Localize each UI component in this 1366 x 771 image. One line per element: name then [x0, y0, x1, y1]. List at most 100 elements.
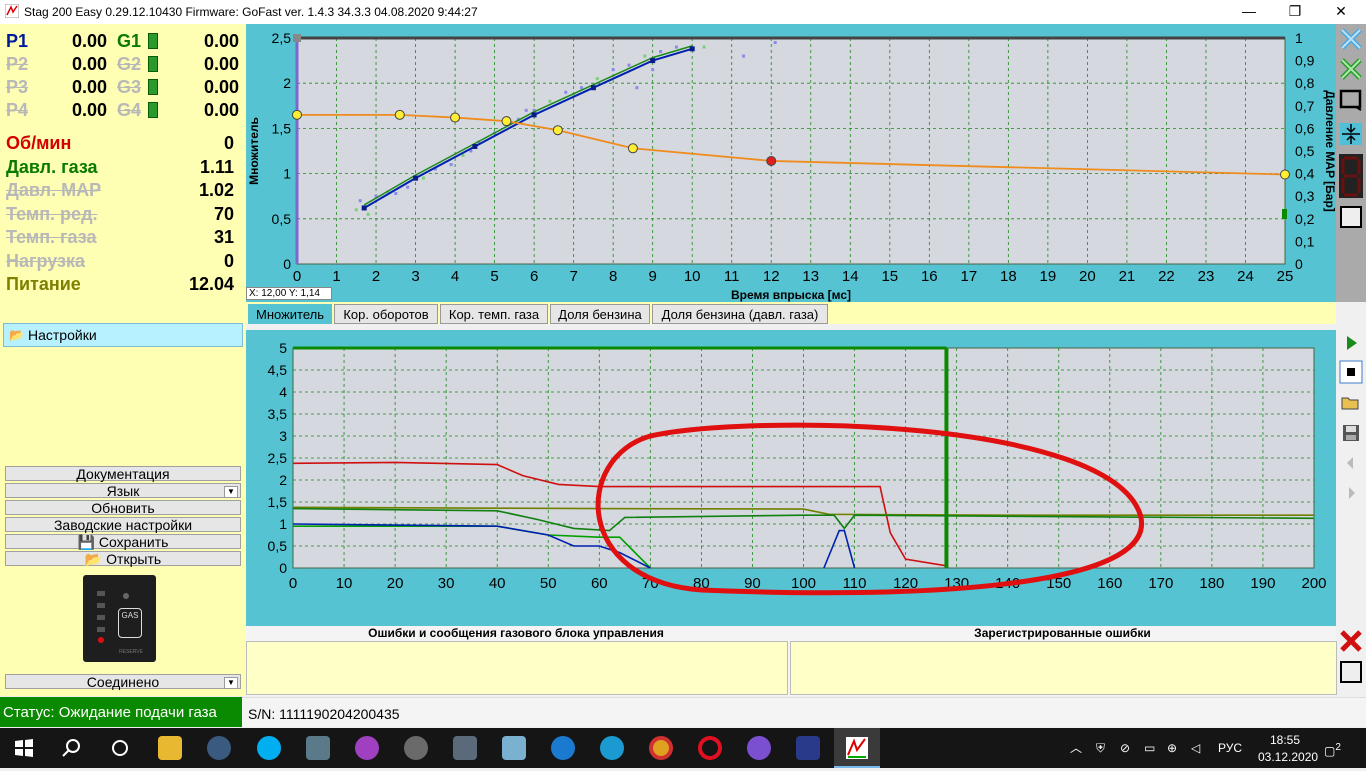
clock[interactable]: 18:55 03.12.2020 [1258, 728, 1318, 768]
stop-icon[interactable] [1339, 360, 1363, 384]
chrome-icon[interactable] [649, 736, 673, 760]
language-indicator[interactable]: РУС [1218, 728, 1244, 768]
network-app-icon[interactable] [404, 736, 428, 760]
parameter-label: Темп. газа [6, 227, 97, 247]
save-button[interactable]: 💾 Сохранить [5, 534, 241, 549]
volume-icon[interactable]: ◁ [1191, 728, 1207, 768]
viber-icon[interactable] [747, 736, 771, 760]
scatter-point [449, 163, 453, 167]
y2-tick-label: 0,7 [1295, 98, 1315, 114]
scatter-point [643, 54, 647, 58]
chevron-right-icon[interactable] [1339, 481, 1363, 505]
edge-icon[interactable] [600, 736, 624, 760]
oscilloscope-chart[interactable]: 0 10 20 30 40 50 60 70 80 90 100 110 120 130 140 150 160… [246, 330, 1336, 626]
monitor-app-icon[interactable] [306, 736, 330, 760]
led-reserve [98, 637, 104, 643]
scatter-point [773, 41, 777, 45]
save-icon[interactable] [1339, 421, 1363, 445]
skype-icon[interactable] [257, 736, 281, 760]
y-tick-label: 5 [279, 340, 287, 356]
play-icon[interactable] [1339, 331, 1363, 355]
injector-icon [148, 79, 158, 95]
search-icon[interactable] [60, 736, 84, 760]
gas-injector-value: 0.00 [203, 77, 239, 97]
globe-icon[interactable]: ⊕ [1167, 728, 1183, 768]
notifications-icon[interactable]: ▢2 [1324, 728, 1354, 768]
windows-start-icon[interactable] [12, 736, 36, 760]
chevron-left-icon[interactable] [1339, 451, 1363, 475]
petrol-injector-label: P2 [6, 54, 29, 74]
opera-icon[interactable] [698, 736, 722, 760]
x-tick-label: 10 [336, 575, 353, 592]
x-tick-label: 170 [1148, 575, 1173, 592]
y2-tick-label: 0,2 [1295, 211, 1315, 227]
x-tick-label: 10 [684, 268, 701, 285]
file-explorer-icon[interactable] [158, 736, 182, 760]
led-3 [97, 615, 105, 620]
parameter-label: Давл. газа [6, 156, 98, 177]
clear-errors-icon[interactable] [1339, 629, 1363, 653]
x-tick-label: 11 [724, 268, 740, 285]
factory-settings-button[interactable]: Заводские настройки [5, 517, 241, 532]
empty-box-icon[interactable] [1339, 205, 1363, 229]
tray-chevron-up-icon[interactable]: ︿ [1070, 728, 1090, 768]
parameter-value: 70 [213, 203, 234, 224]
reserve-label: RESERVE [119, 649, 143, 655]
antivirus-icon[interactable]: ⊘ [1120, 728, 1136, 768]
tab-multiplier[interactable]: Множитель [248, 304, 332, 324]
multiplier-point [450, 112, 461, 123]
injector-icon [148, 33, 158, 49]
ecu-messages-list[interactable] [246, 641, 788, 695]
multiplier-point [1280, 169, 1290, 180]
calculator-icon[interactable] [453, 736, 477, 760]
folder-icon: 📂 [9, 328, 24, 342]
settings-bar[interactable]: 📂 Настройки [3, 323, 243, 347]
registered-errors-list[interactable] [790, 641, 1337, 695]
paint-app-icon[interactable] [355, 736, 379, 760]
stag-taskbar-button[interactable] [834, 728, 880, 768]
close-button[interactable]: ✕ [1318, 0, 1364, 24]
battery-icon[interactable]: ▭ [1144, 728, 1160, 768]
documentation-button[interactable]: Документация [5, 466, 241, 481]
scatter-point [394, 191, 398, 195]
x-tick-label: 13 [802, 268, 819, 285]
maximize-button[interactable]: ❐ [1272, 0, 1318, 24]
x-blue-icon[interactable] [1339, 27, 1363, 51]
frame-icon[interactable] [1339, 88, 1363, 112]
language-select[interactable]: Язык ▼ [5, 483, 241, 498]
tab-rpm-correction[interactable]: Кор. оборотов [334, 304, 438, 324]
x-tick-label: 25 [1277, 268, 1294, 285]
folder-open-icon[interactable] [1339, 391, 1363, 415]
cursor-handle [293, 34, 301, 42]
camera-app-icon[interactable] [207, 736, 231, 760]
tab-gas-temp-correction[interactable]: Кор. темп. газа [440, 304, 548, 324]
update-button[interactable]: Обновить [5, 500, 241, 515]
multiplier-chart[interactable]: 0 1 2 3 4 5 6 7 8 9 10 11 12 13 14 15 16 17 18 19 20 21 22 23 24… [246, 24, 1337, 302]
open-button[interactable]: 📂 Открыть [5, 551, 241, 566]
scatter-point [595, 77, 599, 81]
task-view-icon[interactable] [108, 736, 132, 760]
compress-icon[interactable] [1339, 122, 1363, 146]
empty-box-icon[interactable] [1339, 660, 1363, 684]
notes-app-icon[interactable] [502, 736, 526, 760]
stag-app-icon [846, 737, 868, 759]
shield-icon[interactable]: ⛨ [1096, 728, 1112, 768]
tab-petrol-share-gas-pressure[interactable]: Доля бензина (давл. газа) [652, 304, 828, 324]
petrol-injector-label: P4 [6, 100, 29, 120]
x-tick-label: 0 [293, 268, 301, 285]
x-tick-label: 30 [438, 575, 455, 592]
y-tick-label: 0,5 [272, 211, 292, 227]
internet-explorer-icon[interactable] [551, 736, 575, 760]
y2-tick-label: 0,9 [1295, 53, 1315, 69]
x-green-icon[interactable] [1339, 57, 1363, 81]
led-2 [97, 603, 105, 608]
minimize-button[interactable]: — [1226, 0, 1272, 24]
save-app-icon[interactable] [796, 736, 820, 760]
parameter-label: Нагрузка [6, 250, 86, 271]
gas-button-icon: GAS [118, 608, 142, 638]
multiplier-point [292, 109, 302, 120]
fit-marker [472, 143, 478, 149]
injector-icon [148, 56, 158, 72]
tab-petrol-share[interactable]: Доля бензина [550, 304, 650, 324]
connection-select[interactable]: Соединено ▼ [5, 674, 241, 689]
